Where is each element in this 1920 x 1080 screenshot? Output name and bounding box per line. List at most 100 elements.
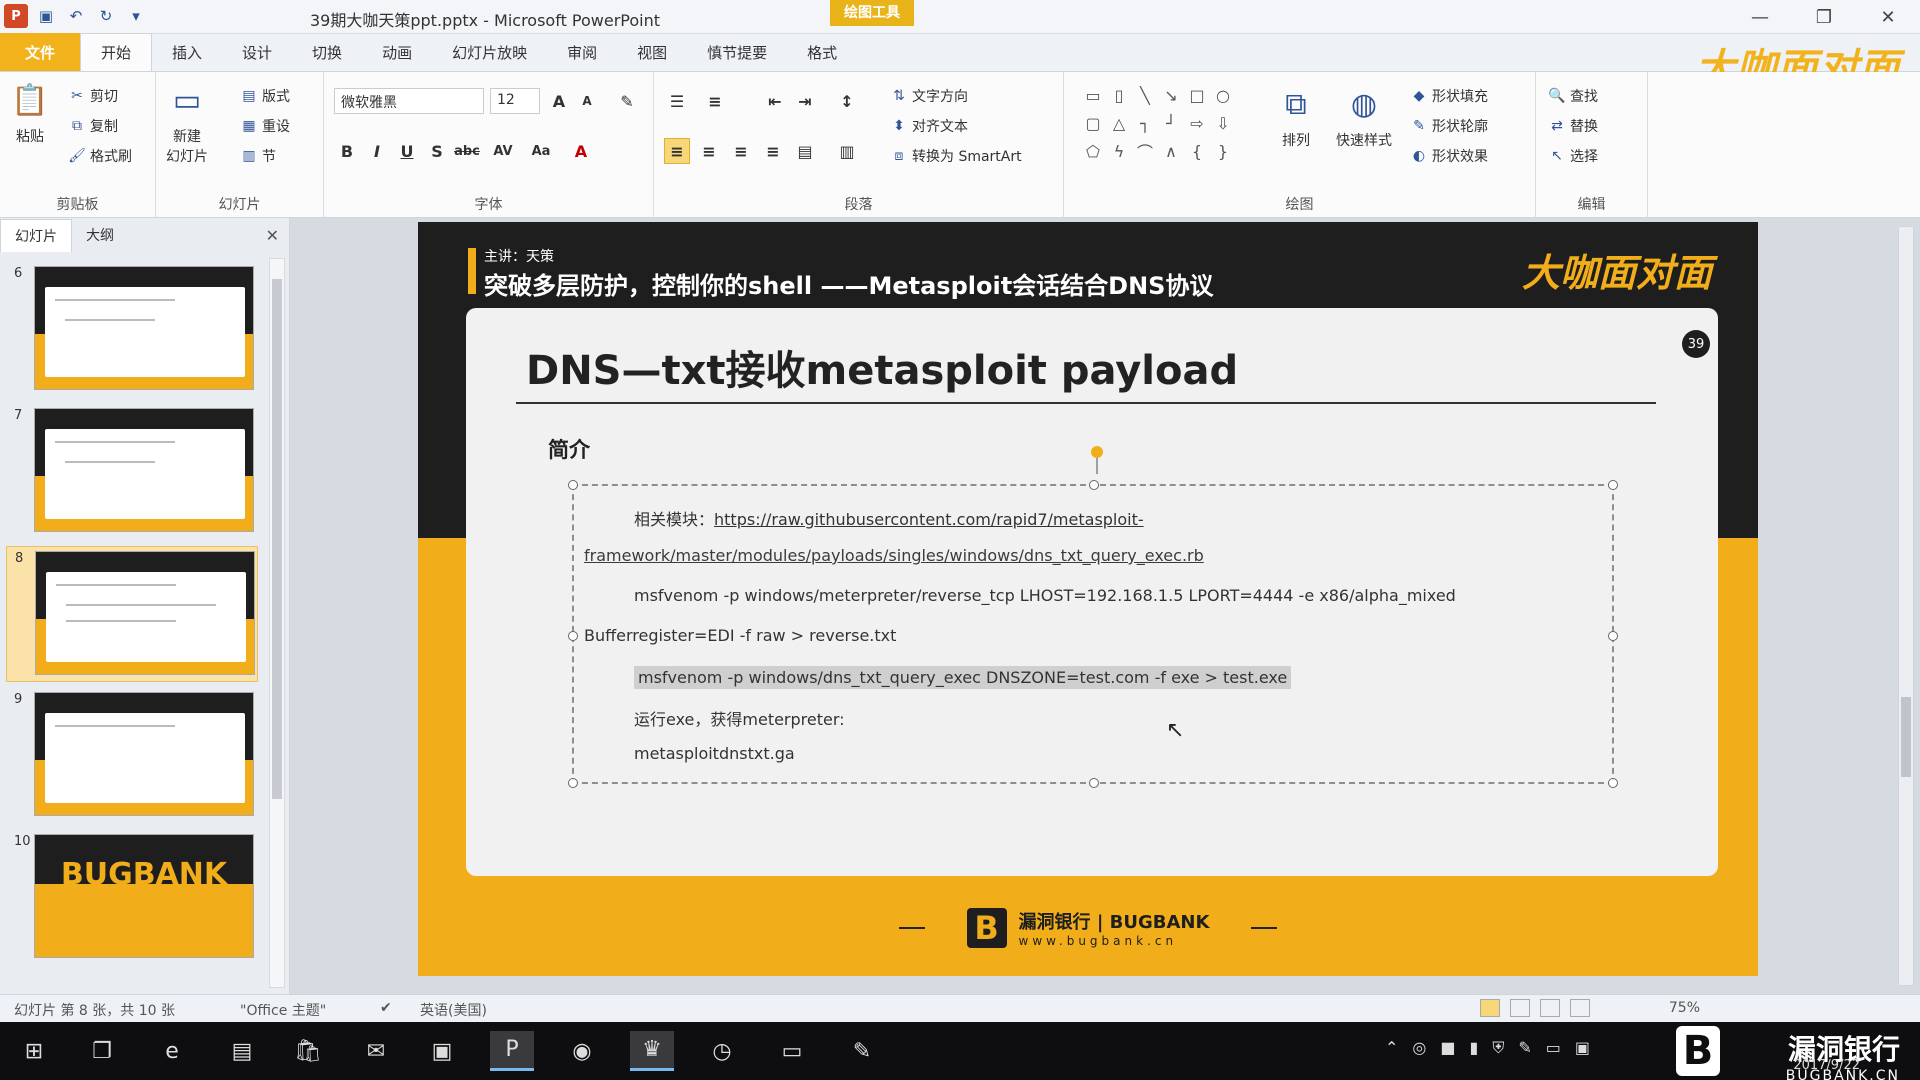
- tab-view[interactable]: 视图: [617, 33, 687, 71]
- restore-button[interactable]: ❐: [1792, 0, 1856, 34]
- down-arrow-shape-icon[interactable]: ⇩: [1212, 112, 1234, 134]
- decrease-indent-button[interactable]: ⇤: [762, 88, 788, 114]
- app-active-icon[interactable]: ♛: [630, 1031, 674, 1071]
- panel-scrollbar[interactable]: [269, 258, 285, 988]
- monitor-icon[interactable]: ▣: [1575, 1038, 1590, 1058]
- clock-date[interactable]: 2017/9/22: [1793, 1058, 1860, 1073]
- tray-app-icon[interactable]: ◎: [1412, 1038, 1426, 1058]
- resize-handle[interactable]: [568, 631, 578, 641]
- normal-view-button[interactable]: [1480, 999, 1500, 1017]
- slide-header[interactable]: 突破多层防护，控制你的shell ——Metasploit会话结合DNS协议: [484, 266, 1213, 301]
- arc-shape-icon[interactable]: ⌒: [1134, 140, 1156, 162]
- tab-animations[interactable]: 动画: [362, 33, 432, 71]
- right-arrow-shape-icon[interactable]: ⇨: [1186, 112, 1208, 134]
- pentagon-shape-icon[interactable]: ⬠: [1082, 140, 1104, 162]
- selected-textbox[interactable]: 相关模块：https://raw.githubusercontent.com/r…: [568, 480, 1618, 788]
- minimize-button[interactable]: —: [1728, 0, 1792, 34]
- tab-transitions[interactable]: 切换: [292, 33, 362, 71]
- resize-handle[interactable]: [1608, 631, 1618, 641]
- tab-outline[interactable]: 大纲: [72, 219, 128, 251]
- resize-handle[interactable]: [1089, 778, 1099, 788]
- shadow-button[interactable]: S: [424, 138, 450, 164]
- section-button[interactable]: ▥ 节: [240, 146, 276, 166]
- bullets-button[interactable]: ☰: [664, 88, 690, 114]
- slide-thumbnail[interactable]: 7: [6, 404, 258, 540]
- security-icon[interactable]: ⛨: [1492, 1038, 1504, 1058]
- save-icon[interactable]: ▣: [34, 4, 58, 28]
- tab-home[interactable]: 开始: [80, 33, 153, 71]
- clear-format-button[interactable]: ✎: [614, 88, 640, 114]
- rectangle-shape-icon[interactable]: □: [1186, 84, 1208, 106]
- format-painter-button[interactable]: 🖌 格式刷: [68, 146, 132, 166]
- find-button[interactable]: 🔍 查找: [1548, 86, 1598, 106]
- new-slide-button[interactable]: ▭ 新建 幻灯片: [166, 78, 208, 166]
- align-center-button[interactable]: ≡: [696, 138, 722, 164]
- font-size-combo[interactable]: 12: [490, 88, 540, 114]
- line-spacing-button[interactable]: ↕: [834, 88, 860, 114]
- shrink-font-button[interactable]: A: [574, 88, 600, 114]
- increase-indent-button[interactable]: ⇥: [792, 88, 818, 114]
- tab-insert[interactable]: 插入: [152, 33, 222, 71]
- resize-handle[interactable]: [568, 778, 578, 788]
- close-button[interactable]: ✕: [1856, 0, 1920, 34]
- chrome-icon[interactable]: ◉: [560, 1031, 604, 1071]
- brace-right-shape-icon[interactable]: }: [1212, 140, 1234, 162]
- edge-icon[interactable]: e: [150, 1031, 194, 1071]
- grow-font-button[interactable]: A: [546, 88, 572, 114]
- display-icon[interactable]: ▭: [1546, 1038, 1561, 1058]
- slide-thumbnail-selected[interactable]: 8: [6, 546, 258, 682]
- underline-button[interactable]: U: [394, 138, 420, 164]
- app-icon[interactable]: ▣: [420, 1031, 464, 1071]
- select-button[interactable]: ↖ 选择: [1548, 146, 1598, 166]
- oval-shape-icon[interactable]: ○: [1212, 84, 1234, 106]
- tab-extras[interactable]: 慎节提要: [687, 33, 787, 71]
- triangle-shape-icon[interactable]: △: [1108, 112, 1130, 134]
- shape-outline-button[interactable]: ✎ 形状轮廓: [1410, 116, 1488, 136]
- store-icon[interactable]: 🛍: [286, 1031, 330, 1071]
- replace-button[interactable]: ⇄ 替换: [1548, 116, 1598, 136]
- command-line-2-selected[interactable]: msfvenom -p windows/dns_txt_query_exec D…: [634, 666, 1292, 689]
- font-name-combo[interactable]: 微软雅黑: [334, 88, 484, 114]
- tab-slides[interactable]: 幻灯片: [0, 218, 72, 252]
- notepad-icon[interactable]: ✎: [840, 1031, 884, 1071]
- slide-thumbnail[interactable]: 9: [6, 688, 258, 824]
- slide-thumbnail[interactable]: 10 BUGBANK: [6, 830, 258, 966]
- resize-handle[interactable]: [568, 480, 578, 490]
- change-case-button[interactable]: Aa: [528, 138, 554, 164]
- editor-scrollbar[interactable]: [1898, 226, 1914, 986]
- tab-format[interactable]: 格式: [787, 33, 857, 71]
- columns-button[interactable]: ▥: [834, 138, 860, 164]
- align-left-button[interactable]: ≡: [664, 138, 690, 164]
- slideshow-button[interactable]: [1570, 999, 1590, 1017]
- shape-effects-button[interactable]: ◐ 形状效果: [1410, 146, 1488, 166]
- resize-handle[interactable]: [1608, 778, 1618, 788]
- clock-app-icon[interactable]: ◷: [700, 1031, 744, 1071]
- strikethrough-button[interactable]: abc: [454, 138, 480, 164]
- rotate-handle[interactable]: [1091, 446, 1103, 458]
- module-link-continued[interactable]: framework/master/modules/payloads/single…: [584, 546, 1204, 565]
- section-heading[interactable]: 简介: [548, 434, 590, 464]
- vertical-textbox-shape-icon[interactable]: ▯: [1108, 84, 1130, 106]
- tab-design[interactable]: 设计: [222, 33, 292, 71]
- undo-icon[interactable]: ↶: [64, 4, 88, 28]
- tray-app-icon[interactable]: ■: [1440, 1038, 1455, 1058]
- tab-slideshow[interactable]: 幻灯片放映: [432, 33, 547, 71]
- font-color-button[interactable]: A: [568, 138, 594, 164]
- language[interactable]: 英语(美国): [420, 1000, 487, 1020]
- powerpoint-taskbar-icon[interactable]: P: [490, 1031, 534, 1071]
- pen-tray-icon[interactable]: ✎: [1518, 1038, 1531, 1058]
- arrow-line-shape-icon[interactable]: ↘: [1160, 84, 1182, 106]
- customize-qat-icon[interactable]: ▾: [124, 4, 148, 28]
- tab-review[interactable]: 审阅: [547, 33, 617, 71]
- zoom-level[interactable]: 75%: [1669, 1000, 1700, 1016]
- shape-fill-button[interactable]: ◆ 形状填充: [1410, 86, 1488, 106]
- slide-thumbnail[interactable]: 6: [6, 262, 258, 398]
- redo-icon[interactable]: ↻: [94, 4, 118, 28]
- file-explorer-icon[interactable]: ▤: [220, 1031, 264, 1071]
- chevron-up-icon[interactable]: ⌃: [1385, 1038, 1398, 1058]
- italic-button[interactable]: I: [364, 138, 390, 164]
- mail-icon[interactable]: ✉: [354, 1031, 398, 1071]
- start-icon[interactable]: ⊞: [12, 1031, 56, 1071]
- convert-smartart-button[interactable]: ⧈ 转换为 SmartArt: [890, 146, 1022, 166]
- brace-left-shape-icon[interactable]: {: [1186, 140, 1208, 162]
